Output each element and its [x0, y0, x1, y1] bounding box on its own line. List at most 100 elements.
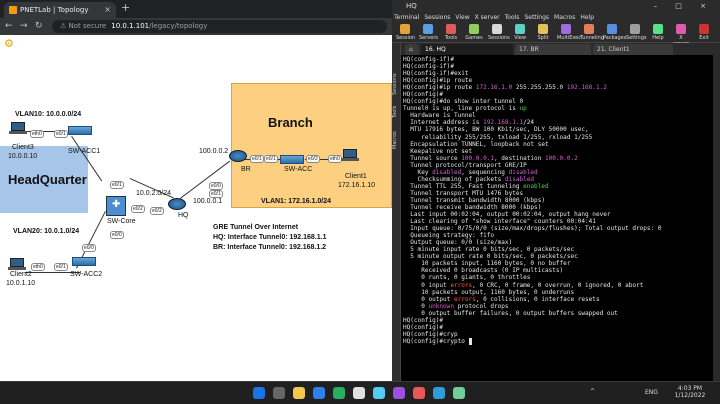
client1-port-eth0: eth0 — [328, 155, 342, 163]
terminal-line: Tunnel transmit bandwidth 8000 (kbps) — [403, 197, 713, 204]
terminal-text: 255.255.255.0 — [512, 84, 567, 92]
reload-icon[interactable]: ↻ — [35, 20, 43, 33]
toolbar-button-9[interactable]: Packages — [603, 24, 626, 41]
menu-item-0[interactable]: Terminal — [394, 14, 419, 21]
toolbar-button-5[interactable]: View — [511, 24, 529, 41]
tray-overflow-icon[interactable]: ^ — [590, 388, 595, 395]
toolbar-4-icon — [492, 24, 502, 34]
toolbar-3-icon — [469, 24, 479, 34]
terminal-text: 0 — [403, 302, 429, 310]
terminal-line: Key disabled, sequencing disabled — [403, 169, 713, 176]
language-indicator[interactable]: ENG — [645, 389, 658, 396]
toolbar-13-icon — [699, 24, 709, 34]
terminal-text: Tunnel0 is up, line protocol is — [403, 105, 520, 113]
app3-icon[interactable] — [433, 387, 445, 399]
chrome-icon[interactable] — [353, 387, 365, 399]
terminal-text: Tunnel receive bandwidth 8000 (kbps) — [403, 203, 542, 211]
toolbar-button-8[interactable]: Tunneling — [580, 24, 604, 41]
app-icon[interactable] — [373, 387, 385, 399]
mobaxterm-title-bar: HQ – □ × — [392, 0, 720, 12]
terminal-line: Keepalive not set — [403, 148, 713, 155]
toolbar-12-icon — [676, 24, 686, 34]
hq-router-icon[interactable] — [168, 198, 186, 210]
clock[interactable]: 4:03 PM 1/12/2022 — [672, 385, 708, 399]
new-tab-button[interactable]: + — [121, 1, 130, 14]
toolbar-button-13[interactable]: Exit — [695, 24, 713, 41]
menu-item-3[interactable]: X server — [475, 14, 500, 21]
menu-item-1[interactable]: Sessions — [424, 14, 450, 21]
terminal-text: HQ(config)# — [403, 323, 444, 331]
toolbar-button-3[interactable]: Games — [465, 24, 483, 41]
browser-window: PNETLab | Topology × + ← → ↻ ⚠ Not secur… — [0, 0, 392, 381]
window-controls[interactable]: – □ × — [654, 0, 714, 12]
toolbar-6-icon — [538, 24, 548, 34]
toolbar-button-2[interactable]: Tools — [442, 24, 460, 41]
headquarter-title: HeadQuarter — [8, 172, 87, 187]
whatsapp-icon[interactable] — [333, 387, 345, 399]
menu-item-2[interactable]: View — [455, 14, 469, 21]
hq-port-e0-1: e0/1 — [209, 190, 223, 198]
menu-item-5[interactable]: Settings — [524, 14, 549, 21]
menu-item-4[interactable]: Tools — [505, 14, 520, 21]
menu-item-7[interactable]: Help — [580, 14, 594, 21]
toolbar-8-icon — [584, 24, 594, 34]
toolbar-button-7[interactable]: MultiExec — [557, 24, 581, 41]
terminal-text: 0 output buffer failures, 0 output buffe… — [403, 309, 618, 317]
clock-time: 4:03 PM — [677, 385, 703, 392]
session-tab-br[interactable]: 17. BR — [515, 44, 591, 55]
terminal-line: Input queue: 0/75/0/0 (size/max/drops/fl… — [403, 225, 713, 232]
forward-icon[interactable]: → — [20, 20, 28, 33]
terminal-line: HQ(config)#cryp — [403, 331, 713, 338]
start-icon[interactable] — [253, 387, 265, 399]
session-tab-client1[interactable]: 21. Client1 — [593, 44, 673, 55]
sidebar-sessions[interactable]: Sessions — [392, 71, 401, 97]
terminal-output[interactable]: HQ(config-if)# HQ(config-if)# HQ(config-if… — [401, 55, 713, 381]
sw-acc1-label: SW-ACC1 — [68, 148, 101, 155]
client2-pc-icon[interactable] — [8, 258, 26, 270]
settings-gear-icon[interactable]: ⚙ — [4, 37, 14, 50]
app2-icon[interactable] — [413, 387, 425, 399]
file-explorer-icon[interactable] — [293, 387, 305, 399]
home-tab-icon[interactable]: ⌂ — [405, 44, 419, 55]
edge-icon[interactable] — [313, 387, 325, 399]
session-tab-hq[interactable]: 16. HQ — [421, 44, 513, 55]
terminal-text: 5 minute output rate 0 bits/sec, 0 packe… — [403, 253, 578, 261]
terminal-text: Tunnel transport MTU 1476 bytes — [403, 189, 524, 197]
toolbar-label: Split — [537, 35, 549, 41]
client1-pc-icon[interactable] — [341, 149, 359, 161]
toolbar-button-1[interactable]: Servers — [419, 24, 438, 41]
mobaxterm-taskbar-icon[interactable] — [393, 387, 405, 399]
sw-acc1-switch-icon[interactable] — [68, 126, 92, 135]
terminal-line: HQ(config)# — [403, 324, 713, 331]
terminal-scrollbar[interactable] — [713, 55, 720, 381]
toolbar-button-11[interactable]: Help — [649, 24, 667, 41]
branch-title: Branch — [268, 115, 313, 130]
sidebar-tools[interactable]: Tools — [392, 101, 401, 123]
browser-tab[interactable]: PNETLab | Topology × — [4, 2, 116, 18]
toolbar-button-0[interactable]: Session — [396, 24, 415, 41]
sw-acc2-switch-icon[interactable] — [72, 257, 96, 266]
terminal-text: MTU 17916 bytes, BW 100 Kbit/sec, DLY 50… — [403, 126, 589, 134]
acc1-port-e0-1: e0/1 — [54, 130, 68, 138]
sw-acc-switch-icon[interactable] — [280, 155, 304, 164]
sidebar-macros[interactable]: Macros — [392, 127, 401, 153]
terminal-text: disabled — [504, 175, 535, 183]
back-icon[interactable]: ← — [5, 20, 13, 33]
toolbar-button-10[interactable]: Settings — [626, 24, 647, 41]
mobaxterm-toolbar: Session Servers Tools Games Sessions View Spli… — [392, 23, 720, 47]
toolbar-button-4[interactable]: Sessions — [488, 24, 510, 41]
topology-canvas[interactable]: ⚙ Branch BR e0/1 e0/1 SW-ACC e0/2 eth0 C… — [0, 35, 392, 381]
address-bar[interactable]: ⚠ Not secure 10.0.1.101/legacy/topology — [52, 20, 387, 33]
menu-item-6[interactable]: Macros — [554, 14, 575, 21]
app4-icon[interactable] — [453, 387, 465, 399]
sw-core-switch-icon[interactable] — [106, 196, 126, 216]
close-tab-icon[interactable]: × — [104, 2, 111, 18]
not-secure-badge[interactable]: ⚠ Not secure — [60, 22, 106, 30]
br-public-ip: 100.0.0.2 — [199, 148, 229, 155]
client3-pc-icon[interactable] — [9, 122, 27, 134]
search-icon[interactable] — [273, 387, 285, 399]
terminal-line: Queueing strategy: fifo — [403, 232, 713, 239]
toolbar-button-6[interactable]: Split — [534, 24, 552, 41]
terminal-text: , 0 collisions, 0 interface resets — [475, 295, 600, 303]
br-router-icon[interactable] — [229, 150, 247, 162]
